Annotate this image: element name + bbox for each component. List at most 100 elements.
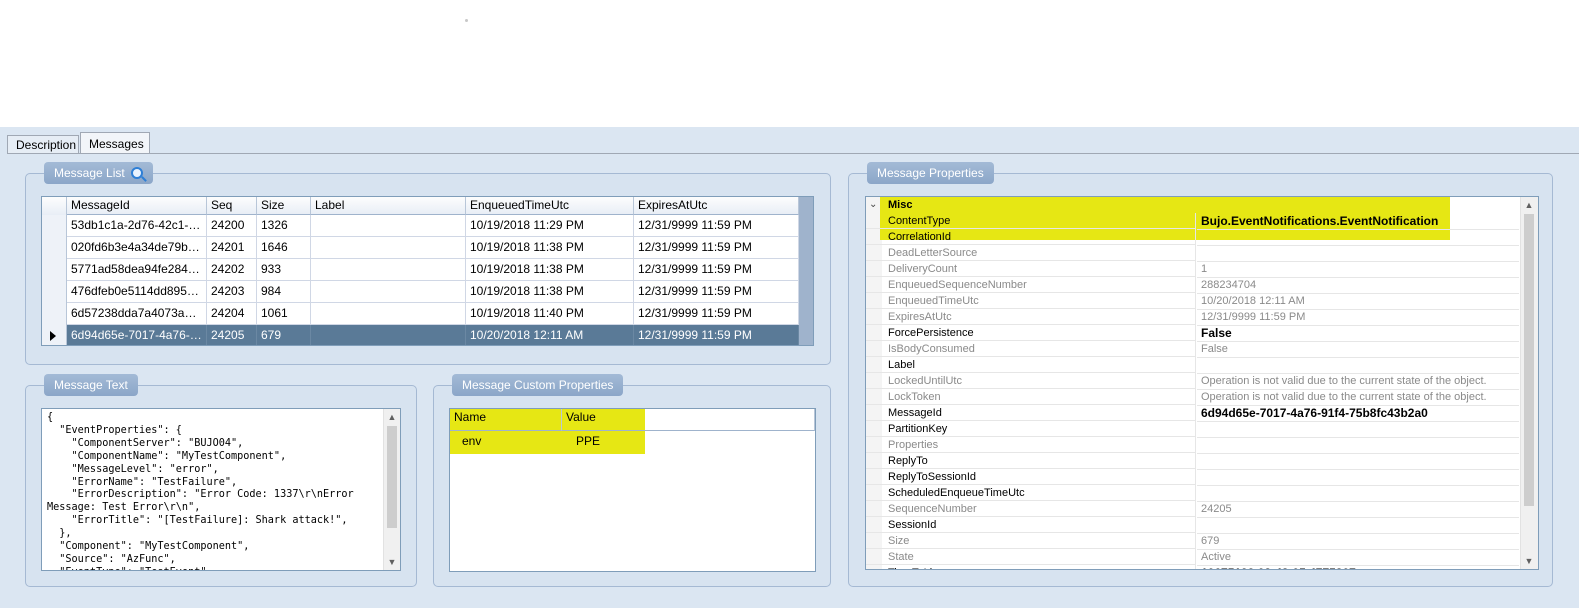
property-row[interactable]: Size 679 bbox=[866, 533, 1519, 550]
property-row[interactable]: ReplyTo bbox=[866, 453, 1519, 470]
scroll-down-icon[interactable]: ▼ bbox=[1521, 553, 1537, 569]
table-row[interactable]: 6d94d65e-7017-4a76-91f... 24205 679 10/20/2… bbox=[42, 325, 799, 345]
property-row[interactable]: ReplyToSessionId bbox=[866, 469, 1519, 486]
column-header-value[interactable]: Value bbox=[562, 409, 815, 431]
property-name[interactable]: ContentType bbox=[866, 213, 1196, 229]
scroll-down-icon[interactable]: ▼ bbox=[384, 554, 400, 570]
property-grid[interactable]: ⌄ Misc ContentType Bujo.EventNotification… bbox=[865, 196, 1539, 570]
message-text-scrollbar[interactable]: ▲ ▼ bbox=[383, 409, 400, 570]
property-category-misc[interactable]: ⌄ Misc bbox=[866, 197, 1519, 213]
cell-id[interactable]: 6d94d65e-7017-4a76-91f... bbox=[67, 325, 207, 345]
property-value[interactable] bbox=[1197, 453, 1519, 470]
cell-enqueued[interactable]: 10/19/2018 11:38 PM bbox=[466, 259, 634, 281]
cell-label[interactable] bbox=[311, 325, 466, 345]
property-name[interactable]: PartitionKey bbox=[866, 421, 1196, 437]
cell-size[interactable]: 933 bbox=[257, 259, 311, 281]
property-row[interactable]: DeliveryCount 1 bbox=[866, 261, 1519, 278]
table-row[interactable]: 53db1c1a-2d76-42c1-8d... 24200 1326 10/19/2… bbox=[42, 215, 799, 237]
cell-size[interactable]: 679 bbox=[257, 325, 311, 345]
property-row[interactable]: EnqueuedTimeUtc 10/20/2018 12:11 AM bbox=[866, 293, 1519, 310]
cell-seq[interactable]: 24205 bbox=[207, 325, 257, 345]
cell-expires[interactable]: 12/31/9999 11:59 PM bbox=[634, 325, 799, 345]
property-value[interactable]: Active bbox=[1197, 549, 1519, 566]
property-value[interactable]: 1 bbox=[1197, 261, 1519, 278]
property-name[interactable]: ReplyTo bbox=[866, 453, 1196, 469]
cell-seq[interactable]: 24204 bbox=[207, 303, 257, 325]
scroll-thumb[interactable] bbox=[1524, 214, 1534, 506]
cell-size[interactable]: 984 bbox=[257, 281, 311, 303]
property-value[interactable]: 10/20/2018 12:11 AM bbox=[1197, 293, 1519, 310]
property-value[interactable]: 10675199.02:48:05.4775807 bbox=[1197, 565, 1519, 569]
cell-seq[interactable]: 24203 bbox=[207, 281, 257, 303]
table-row[interactable]: 5771ad58dea94fe28406... 24202 933 10/19/201… bbox=[42, 259, 799, 281]
cell-id[interactable]: 53db1c1a-2d76-42c1-8d... bbox=[67, 215, 207, 237]
property-name[interactable]: Properties bbox=[866, 437, 1196, 453]
cell-size[interactable]: 1646 bbox=[257, 237, 311, 259]
cell-seq[interactable]: 24201 bbox=[207, 237, 257, 259]
custom-properties-grid[interactable]: Name Value env PPE bbox=[449, 408, 816, 572]
tab-description[interactable]: Description bbox=[7, 135, 79, 153]
property-name[interactable]: MessageId bbox=[866, 405, 1196, 421]
property-name[interactable]: Label bbox=[866, 357, 1196, 373]
property-value[interactable] bbox=[1197, 485, 1519, 502]
property-value[interactable] bbox=[1197, 229, 1519, 246]
cell-enqueued[interactable]: 10/20/2018 12:11 AM bbox=[466, 325, 634, 345]
cell-expires[interactable]: 12/31/9999 11:59 PM bbox=[634, 215, 799, 237]
property-value[interactable]: 679 bbox=[1197, 533, 1519, 550]
property-value[interactable]: False bbox=[1197, 325, 1519, 342]
cell-label[interactable] bbox=[311, 259, 466, 281]
property-name[interactable]: ExpiresAtUtc bbox=[866, 309, 1196, 325]
property-name[interactable]: LockedUntilUtc bbox=[866, 373, 1196, 389]
property-name[interactable]: TimeToLive bbox=[866, 565, 1196, 569]
property-name[interactable]: EnqueuedSequenceNumber bbox=[866, 277, 1196, 293]
message-text-body[interactable]: { "EventProperties": { "ComponentServer"… bbox=[42, 409, 400, 570]
property-name[interactable]: SequenceNumber bbox=[866, 501, 1196, 517]
property-row[interactable]: MessageId 6d94d65e-7017-4a76-91f4-75b8fc4… bbox=[866, 405, 1519, 422]
cell-enqueued[interactable]: 10/19/2018 11:29 PM bbox=[466, 215, 634, 237]
property-name[interactable]: Size bbox=[866, 533, 1196, 549]
property-value[interactable]: Bujo.EventNotifications.EventNotificatio… bbox=[1197, 213, 1519, 230]
property-name[interactable]: ReplyToSessionId bbox=[866, 469, 1196, 485]
row-header[interactable] bbox=[42, 215, 67, 237]
row-header-corner[interactable] bbox=[42, 197, 67, 215]
property-name[interactable]: DeadLetterSource bbox=[866, 245, 1196, 261]
table-row[interactable]: env PPE bbox=[450, 431, 815, 453]
property-row[interactable]: SequenceNumber 24205 bbox=[866, 501, 1519, 518]
property-value[interactable]: 288234704 bbox=[1197, 277, 1519, 294]
column-header-size[interactable]: Size bbox=[257, 197, 311, 215]
row-header[interactable] bbox=[42, 259, 67, 281]
property-row[interactable]: TimeToLive10675199.02:48:05.4775807 bbox=[866, 565, 1519, 569]
cell-label[interactable] bbox=[311, 281, 466, 303]
cell-label[interactable] bbox=[311, 237, 466, 259]
cell-expires[interactable]: 12/31/9999 11:59 PM bbox=[634, 237, 799, 259]
column-header-expiresatutc[interactable]: ExpiresAtUtc bbox=[634, 197, 799, 215]
property-row[interactable]: Properties bbox=[866, 437, 1519, 454]
collapse-chevron-icon[interactable]: ⌄ bbox=[869, 197, 877, 213]
row-header[interactable] bbox=[42, 237, 67, 259]
cell-label[interactable] bbox=[311, 303, 466, 325]
property-name[interactable]: SessionId bbox=[866, 517, 1196, 533]
cell-expires[interactable]: 12/31/9999 11:59 PM bbox=[634, 303, 799, 325]
property-value[interactable]: False bbox=[1197, 341, 1519, 358]
property-value[interactable] bbox=[1197, 469, 1519, 486]
column-header-messageid[interactable]: MessageId bbox=[67, 197, 207, 215]
search-icon[interactable] bbox=[130, 166, 143, 179]
property-name[interactable]: State bbox=[866, 549, 1196, 565]
property-row[interactable]: ForcePersistence False bbox=[866, 325, 1519, 342]
cell-seq[interactable]: 24202 bbox=[207, 259, 257, 281]
property-row[interactable]: SessionId bbox=[866, 517, 1519, 534]
property-row[interactable]: ContentType Bujo.EventNotifications.Event… bbox=[866, 213, 1519, 230]
custom-property-value[interactable]: PPE bbox=[562, 431, 815, 453]
column-header-seq[interactable]: Seq bbox=[207, 197, 257, 215]
property-name[interactable]: ScheduledEnqueueTimeUtc bbox=[866, 485, 1196, 501]
table-row[interactable]: 476dfeb0e5114dd8959f7... 24203 984 10/19/20… bbox=[42, 281, 799, 303]
property-row[interactable]: ScheduledEnqueueTimeUtc bbox=[866, 485, 1519, 502]
cell-enqueued[interactable]: 10/19/2018 11:38 PM bbox=[466, 281, 634, 303]
property-row[interactable]: IsBodyConsumed False bbox=[866, 341, 1519, 358]
property-value[interactable] bbox=[1197, 357, 1519, 374]
property-name[interactable]: EnqueuedTimeUtc bbox=[866, 293, 1196, 309]
property-value[interactable] bbox=[1197, 245, 1519, 262]
message-list-grid[interactable]: MessageId Seq Size Label EnqueuedTimeUtc Expi… bbox=[41, 196, 814, 346]
scroll-thumb[interactable] bbox=[387, 426, 397, 528]
column-header-enqueuedtimeutc[interactable]: EnqueuedTimeUtc bbox=[466, 197, 634, 215]
